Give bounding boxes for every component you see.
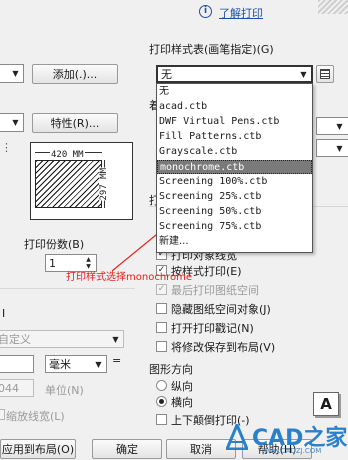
cad-logo-icon bbox=[224, 421, 250, 451]
plot-style-dropdown: 无 acad.ctb DWF Virtual Pens.ctb Fill Pat… bbox=[156, 83, 313, 253]
cad-logo-shape bbox=[224, 421, 250, 451]
watermark-url: www.CADZJ.COM bbox=[262, 447, 322, 455]
dropdown-item[interactable]: 无 bbox=[157, 85, 312, 99]
dropdown-item[interactable]: Grayscale.ctb bbox=[157, 145, 312, 159]
dropdown-item[interactable]: acad.ctb bbox=[157, 100, 312, 114]
dropdown-item[interactable]: Screening 50%.ctb bbox=[157, 205, 312, 219]
dropdown-item[interactable]: Screening 100%.ctb bbox=[157, 175, 312, 189]
dropdown-item[interactable]: DWF Virtual Pens.ctb bbox=[157, 115, 312, 129]
dropdown-item[interactable]: Screening 75%.ctb bbox=[157, 220, 312, 234]
dropdown-item[interactable]: 新建... bbox=[157, 235, 312, 249]
dropdown-item-selected[interactable]: monochrome.ctb bbox=[157, 160, 312, 174]
annotation-text: 打印样式选择monochrome bbox=[66, 272, 193, 283]
dropdown-item[interactable]: Fill Patterns.ctb bbox=[157, 130, 312, 144]
dropdown-item[interactable]: Screening 25%.ctb bbox=[157, 190, 312, 204]
